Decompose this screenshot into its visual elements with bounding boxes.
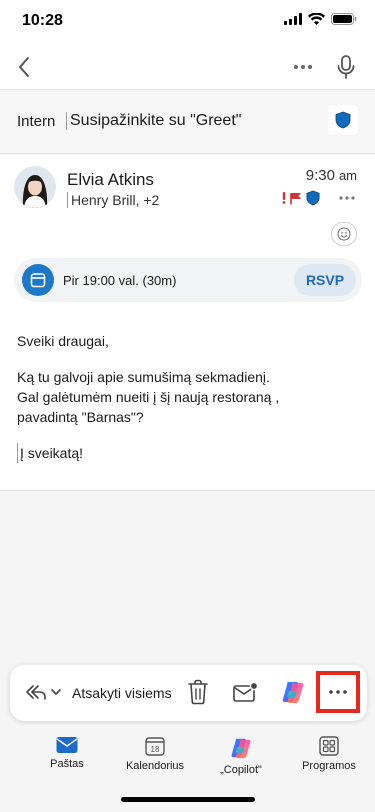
signal-icon	[284, 13, 302, 25]
more-options-icon[interactable]	[290, 59, 316, 75]
importance-icon	[282, 192, 286, 204]
tab-mail[interactable]: Paštas	[22, 736, 112, 770]
navigation-bar	[0, 44, 375, 90]
reply-all-icon[interactable]	[24, 683, 46, 701]
body-line: Gal galėtumėm nueiti į šį naują restoran…	[17, 389, 280, 405]
recipients[interactable]: Henry Brill, +2	[67, 192, 159, 208]
mail-icon	[56, 737, 78, 753]
flag-icon	[290, 192, 301, 204]
sensitivity-label[interactable]: Intern	[17, 113, 55, 130]
tab-label: Kalendorius	[125, 760, 185, 772]
tab-label: Paštas	[50, 758, 84, 770]
calendar-icon: 18	[145, 737, 165, 756]
event-time: Pir 19:00 val. (30m)	[63, 273, 177, 288]
status-time: 10:28	[22, 12, 63, 29]
wifi-icon	[308, 13, 325, 25]
shield-icon	[335, 111, 351, 129]
security-badge[interactable]	[328, 105, 358, 135]
calendar-day: 18	[151, 745, 160, 754]
microphone-icon[interactable]	[334, 53, 358, 81]
home-indicator[interactable]	[121, 797, 255, 802]
message-more-icon[interactable]	[337, 194, 357, 202]
subject-bar: Intern Susipažinkite su "Greet"	[0, 90, 375, 154]
tab-calendar[interactable]: 18 Kalendorius	[110, 736, 200, 772]
body-line: pavadintą "Barnas"?	[17, 409, 144, 425]
message-flags	[282, 190, 320, 206]
apps-icon	[319, 736, 339, 756]
calendar-event-icon	[22, 264, 54, 296]
time-ampm: am	[338, 168, 357, 183]
copilot-icon[interactable]	[281, 679, 305, 705]
battery-icon	[331, 13, 357, 25]
message-card: Elvia Atkins Henry Brill, +2 9:30 am Pir…	[0, 155, 375, 491]
email-subject: Susipažinkite su "Greet"	[66, 112, 241, 130]
chevron-down-icon[interactable]	[50, 687, 62, 697]
rsvp-button[interactable]: RSVP	[294, 264, 356, 296]
event-invite[interactable]: Pir 19:00 val. (30m) RSVP	[14, 258, 362, 302]
body-greeting: Sveiki draugai,	[17, 333, 109, 349]
message-body: Sveiki draugai, Ką tu galvoji apie sumuš…	[17, 331, 279, 463]
copilot-icon	[231, 738, 251, 759]
tab-apps[interactable]: Programos	[284, 736, 374, 772]
shield-icon	[306, 190, 320, 206]
more-icon	[329, 690, 347, 694]
message-action-bar: Atsakyti visiems	[10, 665, 367, 721]
reaction-button[interactable]	[331, 222, 357, 246]
delete-icon[interactable]	[187, 679, 209, 705]
sender-name[interactable]: Elvia Atkins	[67, 170, 154, 190]
smiley-icon	[337, 227, 351, 241]
status-bar: 10:28	[0, 0, 375, 44]
time-value: 9:30	[305, 167, 335, 184]
avatar[interactable]	[14, 166, 56, 208]
tab-copilot[interactable]: „Copilot"	[196, 736, 286, 776]
back-icon[interactable]	[12, 52, 38, 82]
status-icons	[284, 13, 357, 25]
received-time: 9:30 am	[306, 167, 357, 184]
body-closing: Į sveikatą!	[17, 443, 279, 463]
mark-unread-icon[interactable]	[233, 681, 259, 703]
more-actions-button[interactable]	[316, 671, 360, 713]
reply-all-button[interactable]: Atsakyti visiems	[72, 685, 172, 701]
tab-label: „Copilot"	[220, 764, 262, 776]
tab-label: Programos	[302, 760, 356, 772]
body-line: Ką tu galvoji apie sumušimą sekmadienį.	[17, 369, 270, 385]
